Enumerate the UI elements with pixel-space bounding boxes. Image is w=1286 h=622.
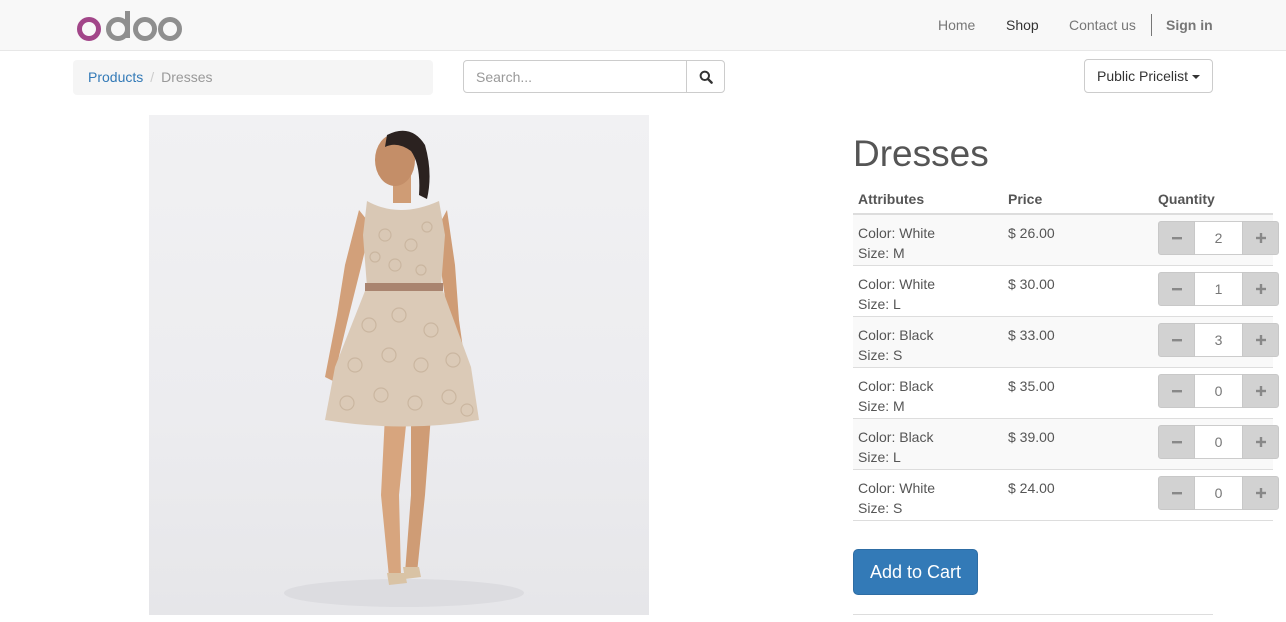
plus-icon	[1255, 284, 1266, 294]
variant-attributes: Color: White Size: S	[858, 478, 935, 518]
variant-size: Size: M	[858, 245, 905, 261]
odoo-logo[interactable]	[76, 8, 184, 42]
variant-size: Size: S	[858, 500, 903, 516]
increase-quantity-button[interactable]	[1242, 272, 1279, 306]
pricelist-dropdown[interactable]: Public Pricelist	[1084, 59, 1213, 93]
minus-icon	[1171, 237, 1182, 240]
dress-model-illustration	[284, 130, 524, 607]
quantity-input[interactable]	[1195, 425, 1242, 459]
variant-attributes: Color: White Size: M	[858, 223, 935, 263]
variant-size: Size: L	[858, 296, 901, 312]
minus-icon	[1171, 339, 1182, 342]
breadcrumb-separator: /	[150, 69, 155, 85]
nav-divider	[1151, 14, 1152, 36]
variant-color: Color: White	[858, 225, 936, 241]
product-image	[149, 115, 649, 615]
variant-price: $ 33.00	[1008, 327, 1055, 343]
variant-price: $ 35.00	[1008, 378, 1055, 394]
minus-icon	[1171, 390, 1182, 393]
variant-price: $ 30.00	[1008, 276, 1055, 292]
nav-home-link[interactable]: Home	[938, 16, 975, 34]
top-navbar: Home Shop Contact us Sign in	[0, 0, 1286, 51]
table-header-row: Attributes Price Quantity	[853, 185, 1273, 215]
variant-color: Color: Black	[858, 429, 934, 445]
quantity-stepper	[1158, 221, 1279, 255]
variant-color: Color: Black	[858, 378, 934, 394]
breadcrumb: Products / Dresses	[73, 60, 433, 95]
variant-price: $ 26.00	[1008, 225, 1055, 241]
plus-icon	[1255, 233, 1266, 243]
plus-icon	[1255, 437, 1266, 447]
plus-icon	[1255, 386, 1266, 396]
increase-quantity-button[interactable]	[1242, 476, 1279, 510]
variant-size: Size: S	[858, 347, 903, 363]
decrease-quantity-button[interactable]	[1158, 476, 1195, 510]
increase-quantity-button[interactable]	[1242, 221, 1279, 255]
variant-attributes: Color: Black Size: M	[858, 376, 933, 416]
nav-contact-link[interactable]: Contact us	[1069, 16, 1136, 34]
variant-attributes: Color: Black Size: S	[858, 325, 933, 365]
variant-price: $ 24.00	[1008, 480, 1055, 496]
header-attributes: Attributes	[858, 191, 925, 207]
caret-down-icon	[1192, 75, 1201, 80]
table-row: Color: Black Size: L $ 39.00	[853, 419, 1279, 470]
product-title: Dresses	[853, 133, 989, 174]
table-row: Color: White Size: L $ 30.00	[853, 266, 1279, 317]
decrease-quantity-button[interactable]	[1158, 221, 1195, 255]
variant-price: $ 39.00	[1008, 429, 1055, 445]
quantity-stepper	[1158, 323, 1279, 357]
variant-attributes: Color: White Size: L	[858, 274, 935, 314]
minus-icon	[1171, 492, 1182, 495]
quantity-input[interactable]	[1195, 374, 1242, 408]
minus-icon	[1171, 288, 1182, 291]
quantity-stepper	[1158, 476, 1279, 510]
decrease-quantity-button[interactable]	[1158, 425, 1195, 459]
table-row: Color: Black Size: S $ 33.00	[853, 317, 1279, 368]
increase-quantity-button[interactable]	[1242, 425, 1279, 459]
decrease-quantity-button[interactable]	[1158, 374, 1195, 408]
plus-icon	[1255, 488, 1266, 498]
variant-size: Size: M	[858, 398, 905, 414]
decrease-quantity-button[interactable]	[1158, 323, 1195, 357]
search-icon	[699, 70, 713, 84]
breadcrumb-current: Dresses	[161, 69, 213, 85]
variant-size: Size: L	[858, 449, 901, 465]
table-row: Color: White Size: S $ 24.00	[853, 470, 1279, 521]
table-row: Color: White Size: M $ 26.00	[853, 215, 1279, 266]
decrease-quantity-button[interactable]	[1158, 272, 1195, 306]
divider	[853, 614, 1213, 615]
quantity-input[interactable]	[1195, 221, 1242, 255]
quantity-input[interactable]	[1195, 272, 1242, 306]
quantity-stepper	[1158, 425, 1279, 459]
table-row: Color: Black Size: M $ 35.00	[853, 368, 1279, 419]
search-button[interactable]	[686, 60, 725, 93]
increase-quantity-button[interactable]	[1242, 374, 1279, 408]
minus-icon	[1171, 441, 1182, 444]
breadcrumb-products-link[interactable]: Products	[88, 69, 143, 85]
header-price: Price	[1008, 191, 1043, 207]
sign-in-link[interactable]: Sign in	[1166, 16, 1213, 34]
plus-icon	[1255, 335, 1266, 345]
variant-color: Color: Black	[858, 327, 934, 343]
nav-shop-link[interactable]: Shop	[1006, 16, 1039, 34]
increase-quantity-button[interactable]	[1242, 323, 1279, 357]
variant-table: Attributes Price Quantity Color: White Si…	[853, 185, 1279, 521]
quantity-stepper	[1158, 272, 1279, 306]
variant-color: Color: White	[858, 276, 936, 292]
variant-color: Color: White	[858, 480, 936, 496]
quantity-input[interactable]	[1195, 323, 1242, 357]
add-to-cart-button[interactable]: Add to Cart	[853, 549, 978, 595]
quantity-stepper	[1158, 374, 1279, 408]
pricelist-label: Public Pricelist	[1097, 68, 1189, 84]
variant-attributes: Color: Black Size: L	[858, 427, 933, 467]
quantity-input[interactable]	[1195, 476, 1242, 510]
header-quantity: Quantity	[1158, 191, 1215, 207]
search-input[interactable]	[463, 60, 687, 93]
